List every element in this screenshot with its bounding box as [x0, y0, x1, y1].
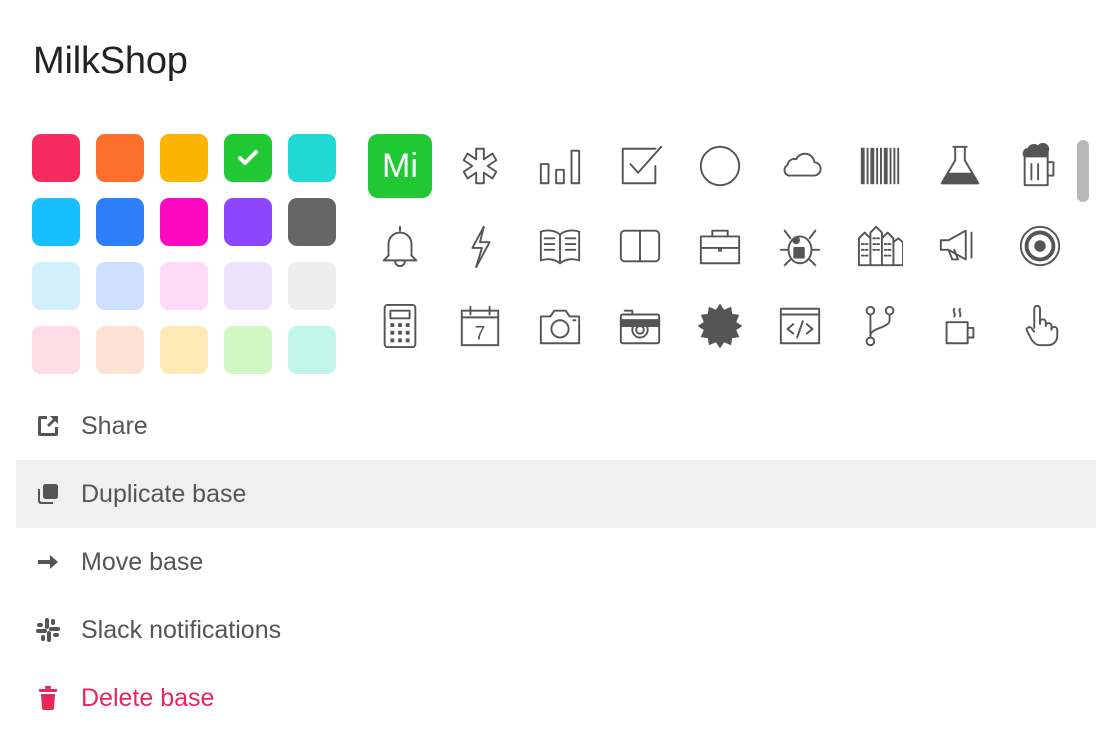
- beer-icon: [1017, 143, 1063, 189]
- hand-pointer-icon: [1017, 303, 1063, 349]
- camera-icon: [537, 303, 583, 349]
- color-swatch-orange[interactable]: [96, 134, 144, 182]
- icon-option-code[interactable]: [768, 294, 832, 358]
- icon-option-book[interactable]: [608, 214, 672, 278]
- menu-item-label: Duplicate base: [81, 479, 247, 508]
- color-swatch-purple-light[interactable]: [224, 262, 272, 310]
- color-swatch-blue[interactable]: [96, 198, 144, 246]
- icon-option-barcode[interactable]: [848, 134, 912, 198]
- color-swatch-red[interactable]: [32, 134, 80, 182]
- barcode-icon: [857, 143, 903, 189]
- icon-option-cloud[interactable]: [768, 134, 832, 198]
- duplicate-icon: [34, 480, 62, 508]
- bolt-icon: [457, 223, 503, 269]
- color-swatch-yellow-light[interactable]: [160, 326, 208, 374]
- base-options-menu: Share Duplicate base Move base Slack notifi…: [16, 392, 1096, 732]
- circle-icon: [697, 143, 743, 189]
- trash-icon: [34, 684, 62, 712]
- icon-option-circle[interactable]: [688, 134, 752, 198]
- color-swatch-cyan[interactable]: [32, 198, 80, 246]
- coffee-icon: [937, 303, 983, 349]
- color-swatch-blue-light[interactable]: [96, 262, 144, 310]
- bar-chart-icon: [537, 143, 583, 189]
- megaphone-icon: [937, 223, 983, 269]
- icon-option-open-book[interactable]: [528, 214, 592, 278]
- color-swatch-gray[interactable]: [288, 198, 336, 246]
- menu-item-delete[interactable]: Delete base: [16, 664, 1096, 732]
- briefcase-icon: [697, 223, 743, 269]
- color-swatch-pink-light[interactable]: [160, 262, 208, 310]
- share-icon: [34, 412, 62, 440]
- icon-option-coffee[interactable]: [928, 294, 992, 358]
- icon-option-camera[interactable]: [528, 294, 592, 358]
- open-book-icon: [537, 223, 583, 269]
- icon-option-bar-chart[interactable]: [528, 134, 592, 198]
- color-swatch-green[interactable]: [224, 134, 272, 182]
- icon-option-target[interactable]: [1008, 214, 1072, 278]
- icon-option-git-branch[interactable]: [848, 294, 912, 358]
- icon-option-initials[interactable]: Mi: [368, 134, 432, 198]
- check-icon: [235, 145, 261, 171]
- color-swatch-gray-light[interactable]: [288, 262, 336, 310]
- icon-option-camera-retro[interactable]: [608, 294, 672, 358]
- git-branch-icon: [857, 303, 903, 349]
- calendar-day: 7: [475, 323, 486, 344]
- icon-option-bug[interactable]: [768, 214, 832, 278]
- color-swatch-orange-light[interactable]: [96, 326, 144, 374]
- menu-item-label: Move base: [81, 547, 204, 576]
- menu-item-move[interactable]: Move base: [16, 528, 1096, 596]
- color-swatch-purple[interactable]: [224, 198, 272, 246]
- arrow-right-icon: [34, 548, 62, 576]
- base-title[interactable]: MilkShop: [33, 40, 188, 83]
- book-icon: [617, 223, 663, 269]
- slack-icon: [34, 616, 62, 644]
- icon-option-briefcase[interactable]: [688, 214, 752, 278]
- color-swatch-yellow[interactable]: [160, 134, 208, 182]
- color-swatch-green-light[interactable]: [224, 326, 272, 374]
- color-swatch-cyan-light[interactable]: [32, 262, 80, 310]
- color-swatch-red-light[interactable]: [32, 326, 80, 374]
- icon-option-calculator[interactable]: [368, 294, 432, 358]
- icon-option-calendar[interactable]: 7: [448, 294, 512, 358]
- icon-option-bell[interactable]: [368, 214, 432, 278]
- icon-grid-scrollbar[interactable]: [1077, 140, 1089, 202]
- color-swatch-teal-light[interactable]: [288, 326, 336, 374]
- color-swatch-grid: [32, 134, 338, 374]
- camera-retro-icon: [617, 303, 663, 349]
- bell-icon: [377, 223, 423, 269]
- menu-item-duplicate[interactable]: Duplicate base: [16, 460, 1096, 528]
- menu-item-share[interactable]: Share: [16, 392, 1096, 460]
- flask-icon: [937, 143, 983, 189]
- icon-option-bolt[interactable]: [448, 214, 512, 278]
- code-icon: [777, 303, 823, 349]
- menu-item-label: Share: [81, 411, 148, 440]
- menu-item-label: Delete base: [81, 683, 215, 712]
- calculator-icon: [377, 303, 423, 349]
- icon-option-buildings[interactable]: [848, 214, 912, 278]
- menu-item-label: Slack notifications: [81, 615, 282, 644]
- bug-icon: [777, 223, 823, 269]
- color-swatch-teal[interactable]: [288, 134, 336, 182]
- color-swatch-pink[interactable]: [160, 198, 208, 246]
- icon-option-asterisk[interactable]: [448, 134, 512, 198]
- icon-option-beer[interactable]: [1008, 134, 1072, 198]
- checkbox-icon: [617, 143, 663, 189]
- certificate-icon: [697, 303, 743, 349]
- icon-option-certificate[interactable]: [688, 294, 752, 358]
- icon-option-hand-pointer[interactable]: [1008, 294, 1072, 358]
- asterisk-icon: [457, 143, 503, 189]
- icon-grid: Mi 7: [368, 134, 1068, 358]
- base-initials: Mi: [382, 146, 418, 185]
- menu-item-slack[interactable]: Slack notifications: [16, 596, 1096, 664]
- icon-option-checkbox[interactable]: [608, 134, 672, 198]
- target-icon: [1017, 223, 1063, 269]
- icon-option-flask[interactable]: [928, 134, 992, 198]
- buildings-icon: [857, 223, 903, 269]
- icon-option-megaphone[interactable]: [928, 214, 992, 278]
- calendar-icon: 7: [457, 303, 503, 349]
- cloud-icon: [777, 143, 823, 189]
